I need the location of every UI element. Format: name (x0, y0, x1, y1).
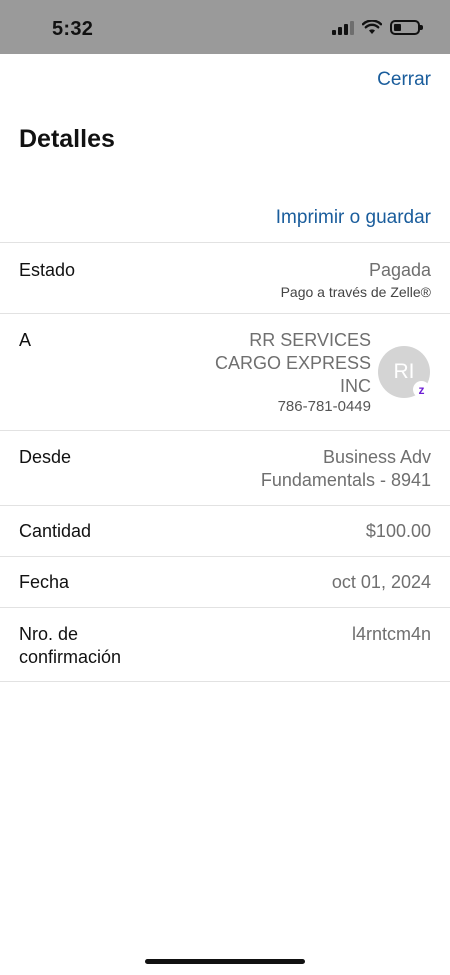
status-bar: 5:32 (0, 0, 450, 54)
date-label: Fecha (19, 572, 70, 592)
amount-value: $100.00 (365, 521, 431, 541)
recipient-phone: 786-781-0449 (277, 398, 371, 415)
from-account: Business Adv Fundamentals - 8941 (260, 447, 431, 490)
page-title: Detalles (19, 125, 115, 153)
amount-label: Cantidad (19, 521, 92, 541)
print-or-save-button[interactable]: Imprimir o guardar (276, 207, 431, 229)
divider (0, 313, 450, 314)
recipient-label: A (19, 330, 32, 350)
divider (0, 556, 450, 557)
battery-icon (390, 20, 423, 35)
from-label: Desde (19, 447, 72, 467)
divider (0, 607, 450, 608)
payment-method-note: Pago a través de Zelle® (280, 284, 431, 300)
confirmation-number: l4rntcm4n (351, 624, 431, 644)
divider (0, 242, 450, 243)
cellular-signal-icon (332, 20, 354, 35)
home-indicator[interactable] (145, 959, 305, 964)
recipient-name: RR SERVICES CARGO EXPRESS INC (214, 330, 371, 396)
zelle-icon: z (413, 381, 430, 398)
divider (0, 430, 450, 431)
wifi-icon (362, 20, 382, 34)
status-value: Pagada (368, 260, 431, 280)
divider (0, 505, 450, 506)
divider (0, 681, 450, 682)
status-label: Estado (19, 260, 76, 280)
status-icons (332, 20, 423, 35)
status-time: 5:32 (52, 18, 94, 40)
close-button[interactable]: Cerrar (377, 69, 431, 91)
date-value: oct 01, 2024 (331, 572, 431, 592)
confirmation-label: Nro. de confirmación (19, 624, 122, 667)
